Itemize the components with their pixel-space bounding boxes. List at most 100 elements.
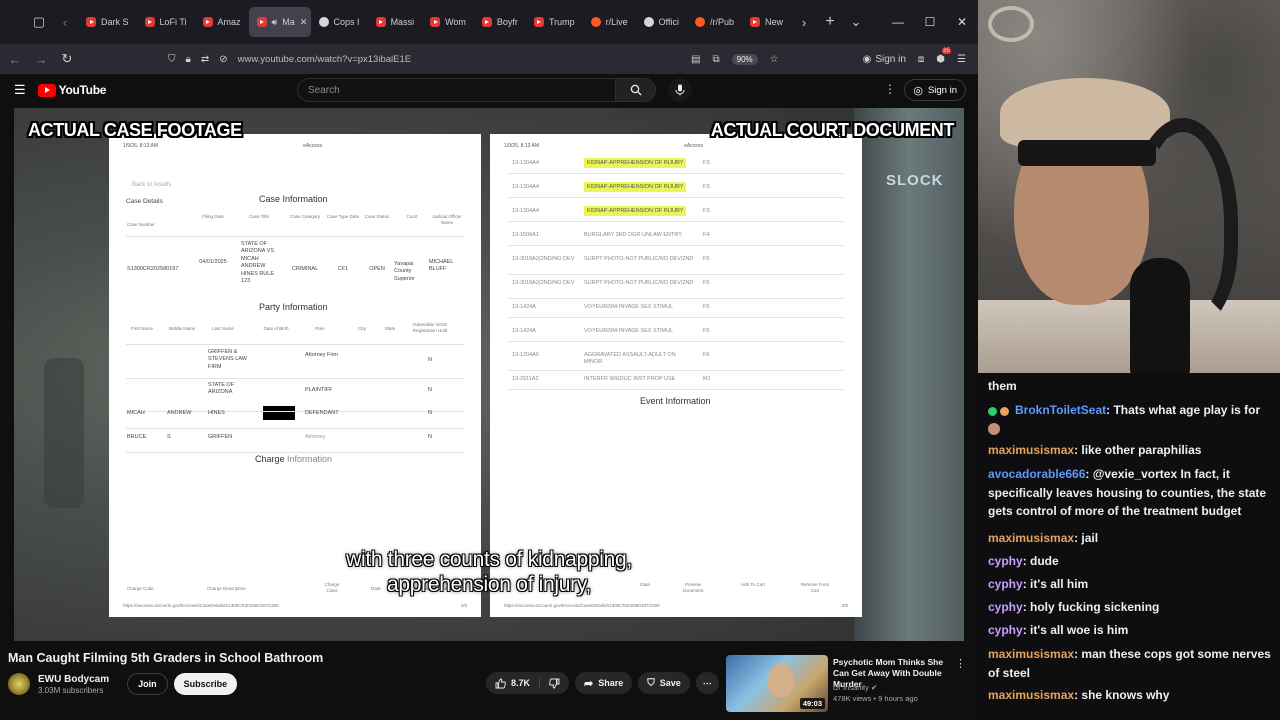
party-information-heading: Party Information — [259, 302, 328, 312]
charge-heading-part-a: Charge — [255, 454, 288, 464]
browser-tab[interactable]: Boyfr — [474, 7, 526, 37]
search-input[interactable] — [298, 84, 615, 96]
dislike-button[interactable] — [540, 672, 569, 694]
screenshot-icon[interactable]: ⧉ — [712, 54, 719, 65]
close-tab-icon[interactable]: ✕ — [300, 17, 308, 28]
save-button[interactable]: ⛉ Save — [638, 672, 690, 694]
permissions-icon[interactable]: ⇄ — [201, 54, 209, 65]
event-information-heading: Event Information — [640, 396, 711, 406]
party-role: PLAINTIFF — [305, 387, 333, 393]
url-text[interactable]: www.youtube.com/watch?v=px13ibalE1E — [238, 54, 411, 65]
settings-more-icon[interactable]: ⋮ — [884, 82, 896, 96]
forward-icon[interactable]: → — [28, 46, 54, 72]
charge-description: AGGRAVATED ASSAULT-ADULT ON MINOR — [584, 352, 676, 366]
chat-username[interactable]: cyphy — [988, 577, 1023, 591]
recommended-meta: 478K views • 9 hours ago — [833, 694, 918, 703]
maximize-icon[interactable]: ☐ — [914, 15, 946, 29]
recommended-video[interactable]: 49:03 Psychotic Mom Thinks She Can Get A… — [726, 655, 978, 720]
party-column-header: Role — [315, 326, 325, 331]
party-last-name: STATE OF ARIZONA — [208, 382, 235, 396]
browser-tab[interactable]: New — [742, 7, 791, 37]
lock-icon[interactable]: 🔒︎ — [186, 54, 191, 65]
youtube-favicon-icon — [256, 17, 267, 27]
browser-tab[interactable]: Dark S — [78, 7, 137, 37]
chat-username[interactable]: BroknToiletSeat — [1015, 403, 1106, 417]
video-actions: 8.7K ➦ Share ⛉ Save ⋯ — [486, 672, 719, 694]
chat-username[interactable]: maximusismax — [988, 531, 1074, 545]
youtube-favicon-icon — [481, 17, 492, 27]
party-last-name: HINES — [208, 410, 225, 416]
doc-left-date: 1/9/26, 8:13 AM — [123, 143, 159, 149]
zoom-level[interactable]: 90% — [731, 53, 758, 65]
charge-class: F3 — [703, 184, 710, 190]
chat-username[interactable]: cyphy — [988, 554, 1023, 568]
channel-name[interactable]: EWU Bodycam — [38, 674, 109, 685]
camera-off-icon[interactable]: ⊘ — [219, 54, 227, 65]
tab-list-icon[interactable]: ▢ — [26, 9, 52, 35]
minimize-icon[interactable]: — — [882, 15, 914, 29]
chat-username[interactable]: cyphy — [988, 623, 1023, 637]
browser-tab[interactable]: LoFi Ti — [137, 7, 195, 37]
chat-username[interactable]: cyphy — [988, 600, 1023, 614]
reader-view-icon[interactable]: ▤ — [691, 54, 700, 65]
reload-icon[interactable]: ↻ — [54, 46, 80, 72]
tab-overflow-icon[interactable]: ⌄ — [843, 9, 869, 35]
browser-tab[interactable]: 🔊︎ Ma ✕ — [248, 7, 311, 37]
party-middle-name: S — [167, 434, 171, 440]
shield-icon[interactable]: ⛉ — [168, 54, 176, 65]
like-button[interactable]: 8.7K — [486, 672, 539, 694]
browser-signin-button[interactable]: ◉ Sign in — [863, 54, 906, 65]
charge-row-rule — [508, 221, 844, 222]
youtube-logo[interactable]: YouTube — [37, 83, 106, 97]
youtube-signin-button[interactable]: ◎ Sign in — [904, 79, 966, 101]
chat-username[interactable]: avocadorable666 — [988, 467, 1085, 481]
bookmark-star-icon[interactable]: ☆ — [770, 54, 779, 65]
recommended-more-icon[interactable]: ⋮ — [955, 657, 966, 670]
extensions-icon[interactable]: ⧈ — [918, 54, 924, 65]
subscribe-button[interactable]: Subscribe — [173, 673, 238, 695]
party-role: Attorney — [305, 434, 326, 440]
chat-message: avocadorable666: @vexie_vortex In fact, … — [988, 465, 1278, 521]
channel-avatar[interactable] — [8, 673, 30, 695]
tab-scroll-left-icon[interactable]: ‹ — [52, 9, 78, 35]
tab-scroll-right-icon[interactable]: › — [791, 9, 817, 35]
case-column-header: Judicial Officer Name — [432, 214, 462, 225]
search-button[interactable] — [615, 79, 655, 101]
close-window-icon[interactable]: ✕ — [946, 15, 978, 29]
chat-username[interactable]: maximusismax — [988, 443, 1074, 457]
recommended-channel[interactable]: Dr Insanity ✔ — [833, 683, 877, 692]
charge-description: VOYEURISM-INVADE SEX STIMUL — [584, 328, 674, 334]
video-player[interactable]: 1/9/26, 8:13 AM eAccess Back to results … — [14, 108, 964, 641]
hamburger-icon[interactable]: ☰ — [14, 82, 26, 98]
charge-class: F5 — [703, 304, 710, 310]
speaker-icon[interactable]: 🔊︎ — [272, 17, 278, 28]
browser-tab[interactable]: Wom — [422, 7, 474, 37]
join-button[interactable]: Join — [127, 673, 168, 695]
browser-tab[interactable]: r/Live — [583, 7, 636, 37]
share-button[interactable]: ➦ Share — [575, 672, 633, 694]
browser-tab[interactable]: Trump — [526, 7, 583, 37]
browser-tab[interactable]: Amaz — [195, 7, 249, 37]
charge-row-rule — [508, 173, 844, 174]
more-actions-button[interactable]: ⋯ — [695, 672, 719, 694]
recommended-thumbnail[interactable]: 49:03 — [726, 655, 828, 712]
back-icon[interactable]: ← — [2, 46, 28, 72]
voice-search-button[interactable] — [668, 78, 692, 102]
browser-tab[interactable]: Offici — [636, 7, 687, 37]
browser-tab[interactable]: /r/Pub — [687, 7, 742, 37]
charge-class: F3 — [703, 160, 710, 166]
charge-code: 13-1506A1 — [512, 232, 539, 238]
chat-username[interactable]: maximusismax — [988, 688, 1074, 702]
chat-username[interactable]: maximusismax — [988, 647, 1074, 661]
new-tab-icon[interactable]: + — [817, 9, 843, 35]
case-column-header: Case Status — [364, 214, 390, 219]
party-column-header: City — [358, 326, 366, 331]
addon-icon[interactable]: ⬢ 85 — [936, 47, 951, 65]
address-bar[interactable]: ⛉ 🔒︎ ⇄ ⊘ www.youtube.com/watch?v=px13iba… — [160, 47, 691, 71]
charge-class: F5 — [703, 256, 710, 262]
youtube-play-icon — [37, 83, 56, 97]
browser-tab[interactable]: Cops I — [311, 7, 368, 37]
browser-tab[interactable]: Massi — [368, 7, 423, 37]
menu-icon[interactable]: ☰ — [957, 54, 966, 65]
charge-code: 13-1304A4 — [512, 184, 539, 190]
